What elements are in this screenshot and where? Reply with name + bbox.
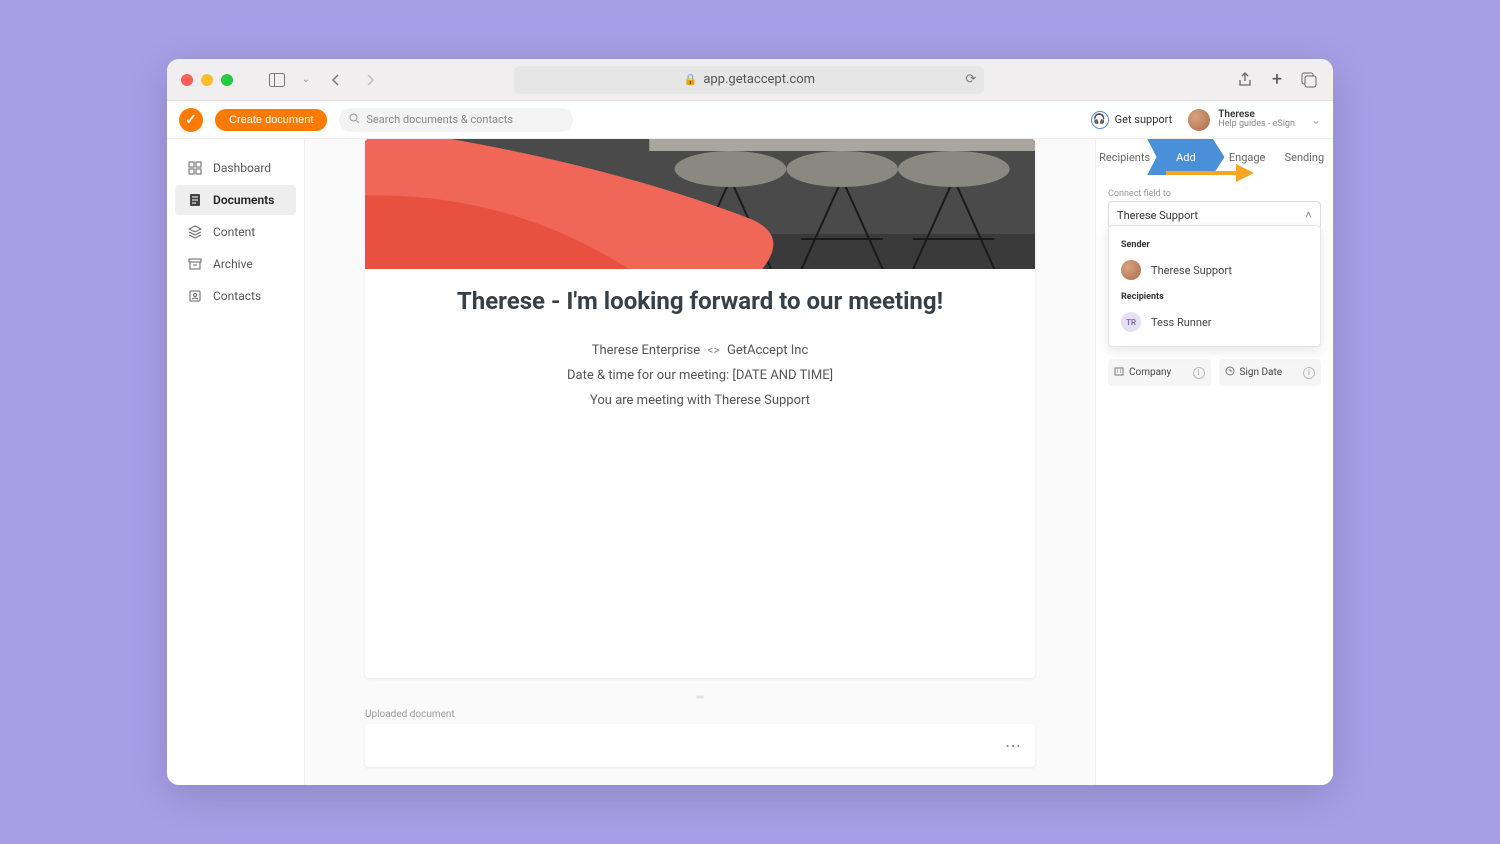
- document-icon: [187, 192, 203, 208]
- browser-window: ⌄ 🔒 app.getaccept.com ⟳ + ✓ Create docum…: [167, 59, 1333, 785]
- chevron-down-icon: ⌄: [1311, 113, 1321, 127]
- clock-icon: [1225, 366, 1235, 379]
- maximize-window-button[interactable]: [221, 74, 233, 86]
- search-input[interactable]: Search documents & contacts: [339, 108, 573, 132]
- app-root: ✓ Create document Search documents & con…: [167, 101, 1333, 785]
- user-subtitle: Help guides - eSign: [1218, 120, 1295, 130]
- chevron-down-icon[interactable]: ⌄: [299, 68, 313, 92]
- lock-icon: 🔒: [684, 73, 698, 86]
- exchange-icon: <>: [707, 343, 719, 357]
- chevron-up-icon: ˄: [1305, 208, 1312, 222]
- sidebar-item-label: Dashboard: [213, 161, 271, 175]
- panel-body: Connect field to Therese Support ˄ Sende…: [1096, 175, 1333, 400]
- hero-image: [365, 139, 1035, 269]
- layers-icon: [187, 224, 203, 240]
- contacts-icon: [187, 288, 203, 304]
- document-title: Therese - I'm looking forward to our mee…: [405, 287, 995, 315]
- support-label: Get support: [1115, 113, 1173, 126]
- uploaded-document-label: Uploaded document: [365, 709, 1095, 720]
- share-icon[interactable]: [1235, 70, 1255, 90]
- dashboard-icon: [187, 160, 203, 176]
- url-text: app.getaccept.com: [703, 72, 815, 87]
- minimize-window-button[interactable]: [201, 74, 213, 86]
- company-icon: [1114, 366, 1124, 379]
- connect-field-dropdown: Sender Therese Support Recipients TR Tes…: [1108, 225, 1321, 347]
- window-controls: [181, 74, 233, 86]
- user-menu[interactable]: Therese Help guides - eSign ⌄: [1188, 109, 1321, 131]
- app-main: Dashboard Documents Content: [167, 139, 1333, 785]
- document-card: Therese - I'm looking forward to our mee…: [365, 139, 1035, 678]
- info-icon[interactable]: i: [1303, 367, 1315, 379]
- sidebar-item-dashboard[interactable]: Dashboard: [175, 153, 296, 183]
- document-line-companies: Therese Enterprise <> GetAccept Inc: [405, 343, 995, 358]
- more-options-icon[interactable]: ⋯: [1005, 736, 1023, 755]
- app-topbar: ✓ Create document Search documents & con…: [167, 101, 1333, 139]
- document-canvas: Therese - I'm looking forward to our mee…: [305, 139, 1095, 785]
- section-handle[interactable]: ═: [305, 692, 1095, 703]
- sidebar-item-label: Contacts: [213, 289, 261, 303]
- pill-label: Sign Date: [1240, 367, 1283, 378]
- tab-add[interactable]: Add: [1147, 139, 1224, 175]
- address-bar[interactable]: 🔒 app.getaccept.com ⟳: [514, 66, 984, 94]
- info-icon[interactable]: i: [1193, 367, 1205, 379]
- tab-sending[interactable]: Sending: [1276, 139, 1333, 175]
- sidebar-item-contacts[interactable]: Contacts: [175, 281, 296, 311]
- connect-field-label: Connect field to: [1108, 189, 1321, 199]
- sidebar-item-label: Content: [213, 225, 255, 239]
- sidebar-item-label: Documents: [213, 193, 274, 207]
- tab-recipients[interactable]: Recipients: [1096, 139, 1153, 175]
- get-support-button[interactable]: 🎧 Get support: [1091, 111, 1173, 129]
- browser-chrome: ⌄ 🔒 app.getaccept.com ⟳ +: [167, 59, 1333, 101]
- document-line-datetime: Date & time for our meeting: [DATE AND T…: [405, 368, 995, 383]
- select-value: Therese Support: [1117, 209, 1198, 222]
- field-company-button[interactable]: Company i: [1108, 359, 1211, 386]
- dropdown-item-label: Therese Support: [1151, 264, 1232, 277]
- new-tab-icon[interactable]: +: [1267, 70, 1287, 90]
- dropdown-heading-recipients: Recipients: [1109, 286, 1320, 306]
- headset-icon: 🎧: [1091, 111, 1109, 129]
- avatar: [1121, 260, 1141, 280]
- avatar: [1188, 109, 1210, 131]
- uploaded-document-card: ⋯: [365, 724, 1035, 767]
- reload-icon[interactable]: ⟳: [965, 72, 976, 87]
- close-window-button[interactable]: [181, 74, 193, 86]
- pill-label: Company: [1129, 367, 1171, 378]
- dropdown-item-recipient[interactable]: TR Tess Runner: [1109, 306, 1320, 338]
- sidebar-item-archive[interactable]: Archive: [175, 249, 296, 279]
- right-panel: Recipients Add Engage Sending Connect fi…: [1095, 139, 1333, 785]
- back-button[interactable]: [321, 68, 349, 92]
- sidebar-item-content[interactable]: Content: [175, 217, 296, 247]
- forward-button[interactable]: [357, 68, 385, 92]
- dropdown-item-label: Tess Runner: [1151, 316, 1212, 329]
- search-placeholder: Search documents & contacts: [366, 113, 513, 126]
- archive-icon: [187, 256, 203, 272]
- tabs-overview-icon[interactable]: [1299, 70, 1319, 90]
- sidebar-item-documents[interactable]: Documents: [175, 185, 296, 215]
- create-document-button[interactable]: Create document: [215, 109, 327, 131]
- app-logo[interactable]: ✓: [179, 108, 203, 132]
- field-signdate-button[interactable]: Sign Date i: [1219, 359, 1322, 386]
- sidebar-item-label: Archive: [213, 257, 253, 271]
- sidebar-toggle-icon[interactable]: [263, 68, 291, 92]
- document-line-meeting: You are meeting with Therese Support: [405, 393, 995, 408]
- dropdown-item-sender[interactable]: Therese Support: [1109, 254, 1320, 286]
- avatar-initials: TR: [1121, 312, 1141, 332]
- panel-tabs: Recipients Add Engage Sending: [1096, 139, 1333, 175]
- search-icon: [349, 113, 360, 127]
- dropdown-heading-sender: Sender: [1109, 234, 1320, 254]
- tab-engage[interactable]: Engage: [1219, 139, 1276, 175]
- sidebar: Dashboard Documents Content: [167, 139, 305, 785]
